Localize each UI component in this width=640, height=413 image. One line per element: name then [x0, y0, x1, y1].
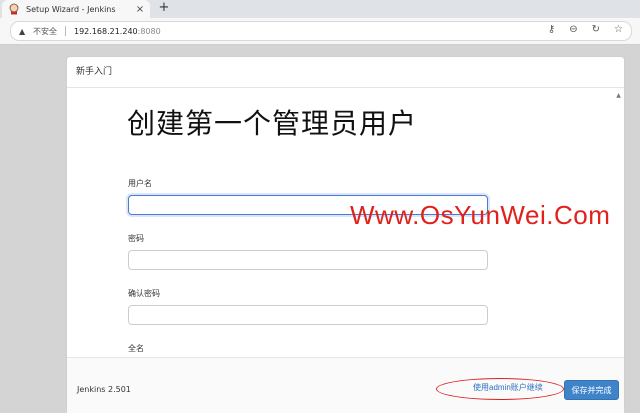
page-title: 创建第一个管理员用户	[127, 107, 418, 140]
scroll-up-icon[interactable]: ▲	[616, 92, 621, 100]
refresh-icon[interactable]: ↻	[592, 24, 600, 35]
zoom-icon[interactable]: ⊖	[569, 24, 577, 35]
browser-tab-bar: Setup Wizard - Jenkins × +	[0, 0, 640, 18]
dialog-footer: Jenkins 2.501 使用admin账户继续 保存并完成	[67, 357, 624, 413]
url-port: :8080	[137, 26, 161, 36]
new-tab-icon[interactable]: +	[156, 0, 172, 18]
security-label[interactable]: 不安全	[33, 26, 57, 37]
password-input[interactable]	[128, 250, 488, 270]
watermark-text: Www.OsYunWei.Com	[350, 200, 611, 230]
confirm-password-input[interactable]	[128, 305, 488, 325]
tab-title: Setup Wizard - Jenkins	[26, 4, 116, 14]
confirm-password-label: 确认密码	[128, 289, 160, 298]
tab-close-icon[interactable]: ×	[134, 4, 146, 15]
address-bar[interactable]: ▲ 不安全 192.168.21.240 :8080 ⚷ ⊖ ↻ ☆	[10, 21, 632, 41]
address-row: ▲ 不安全 192.168.21.240 :8080 ⚷ ⊖ ↻ ☆	[0, 18, 640, 45]
jenkins-favicon-icon	[8, 3, 20, 15]
continue-as-admin-button[interactable]: 使用admin账户继续	[473, 382, 543, 393]
url-host: 192.168.21.240	[74, 26, 138, 36]
address-separator	[65, 26, 66, 36]
save-and-finish-button[interactable]: 保存并完成	[564, 380, 619, 400]
warning-icon: ▲	[19, 26, 26, 36]
username-label: 用户名	[128, 179, 152, 188]
setup-wizard-dialog: 新手入门 创建第一个管理员用户 用户名 密码 确认密码 全名 ▲ Jenkins…	[67, 57, 624, 413]
address-bar-actions: ⚷ ⊖ ↻ ☆	[548, 24, 623, 35]
dialog-scrollbar[interactable]: ▲	[616, 92, 621, 348]
fullname-label: 全名	[128, 344, 144, 352]
key-icon[interactable]: ⚷	[548, 24, 555, 35]
browser-tab[interactable]: Setup Wizard - Jenkins ×	[2, 0, 150, 18]
dialog-header: 新手入门	[67, 57, 624, 88]
jenkins-version: Jenkins 2.501	[77, 385, 131, 394]
star-icon[interactable]: ☆	[614, 24, 623, 35]
password-label: 密码	[128, 234, 144, 243]
